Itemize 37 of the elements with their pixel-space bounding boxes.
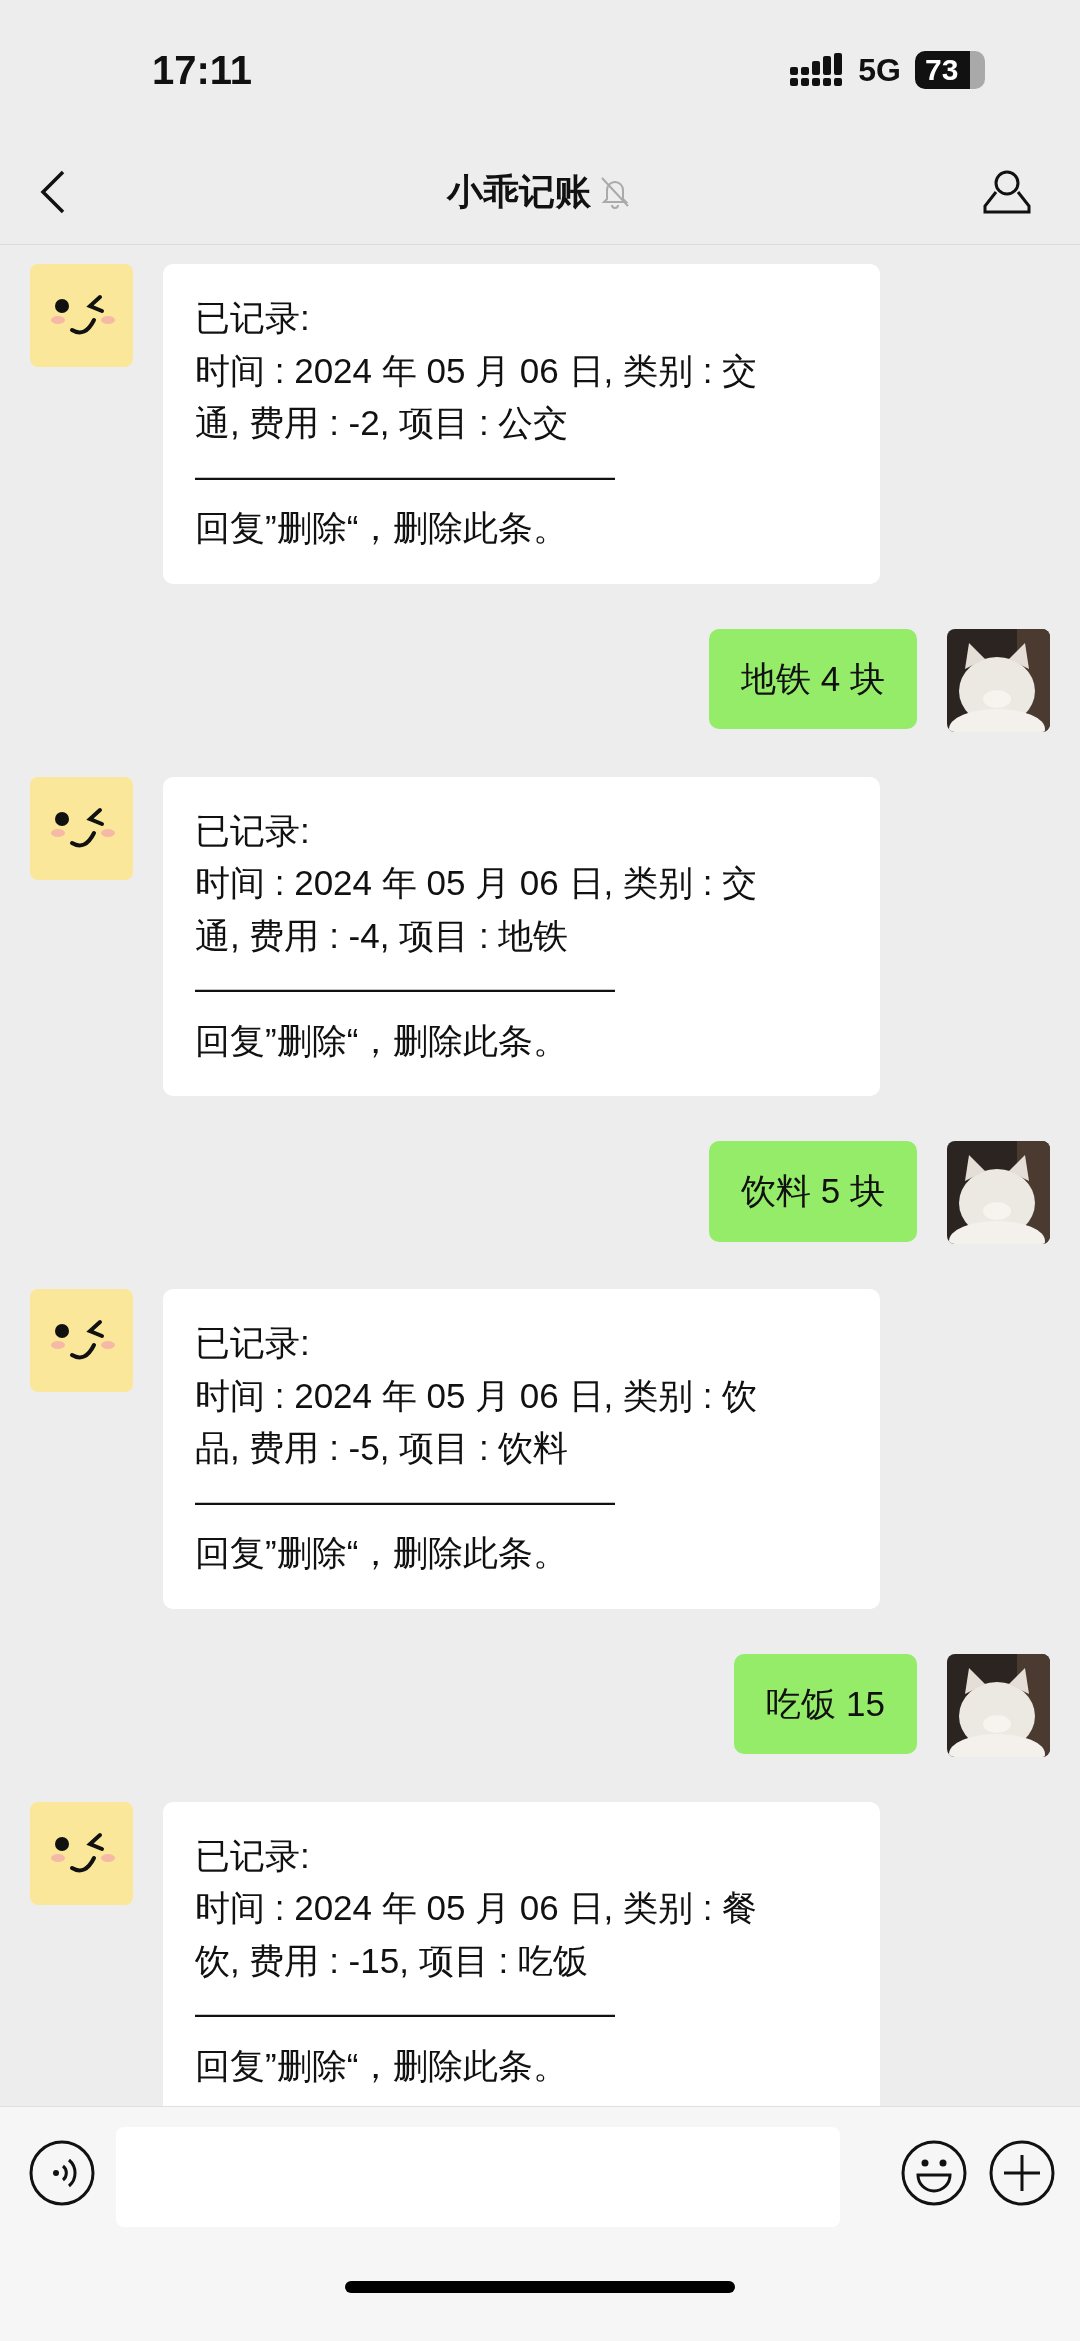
voice-icon[interactable] [28,2139,96,2207]
message-line: 时间 : 2024 年 05 月 06 日, 类别 : 餐 [195,1887,759,1929]
add-icon[interactable] [988,2139,1056,2207]
message-line: 已记录: [195,1322,311,1364]
battery-indicator: 73 [915,51,985,89]
message-line: 回复”删除“，删除此条。 [195,2044,570,2087]
back-icon[interactable] [40,170,66,214]
message-line: ———————————— [195,967,616,1009]
bot-avatar-icon[interactable] [30,264,133,367]
message-line: 品, 费用 : -5, 项目 : 饮料 [195,1427,570,1469]
message-line: 通, 费用 : -2, 项目 : 公交 [195,402,570,444]
status-time: 17:11 [152,47,253,93]
message-line: 通, 费用 : -4, 项目 : 地铁 [195,914,570,957]
message-line: 已记录: [195,1834,311,1877]
message-line: 回复”删除“，删除此条。 [195,507,570,549]
emoji-icon[interactable] [900,2139,968,2207]
message-line: ———————————— [195,454,616,497]
network-label: 5G [858,51,901,89]
message-line: 地铁 4 块 [741,657,885,700]
profile-icon[interactable] [982,168,1032,216]
message-line: 时间 : 2024 年 05 月 06 日, 类别 : 饮 [195,1374,759,1417]
message-line: 已记录: [195,809,311,852]
message-line: 时间 : 2024 年 05 月 06 日, 类别 : 交 [195,349,759,392]
message-line: 饮, 费用 : -15, 项目 : 吃饭 [195,1939,589,1982]
message-line: 时间 : 2024 年 05 月 06 日, 类别 : 交 [195,862,759,904]
chat-title: 小乖记账 [447,169,591,214]
message-line: 回复”删除“，删除此条。 [195,1019,570,1062]
signal-icon [790,53,845,87]
message-line: 已记录: [195,297,311,339]
bot-avatar-icon[interactable] [30,1801,133,1905]
message-line: 回复”删除“，删除此条。 [195,1532,570,1574]
message-line: ———————————— [195,1479,616,1522]
message-line: ———————————— [195,1992,616,2034]
message-line: 饮料 5 块 [741,1170,885,1212]
bot-avatar-icon[interactable] [30,776,133,880]
message-line: 吃饭 15 [766,1682,885,1725]
bot-avatar-icon[interactable] [30,1289,133,1392]
